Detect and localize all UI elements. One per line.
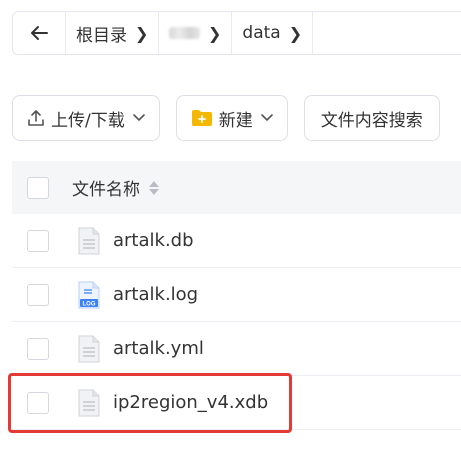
new-label: 新建 — [218, 110, 253, 131]
upload-download-label: 上传/下载 — [51, 110, 125, 131]
file-row[interactable]: artalk.yml — [12, 322, 461, 376]
file-name[interactable]: artalk.log — [113, 284, 198, 305]
breadcrumb-item-hidden[interactable]: ❯ — [159, 12, 233, 54]
content-search-label: 文件内容搜索 — [320, 110, 423, 131]
upload-icon — [27, 109, 45, 127]
chevron-down-icon — [132, 114, 145, 122]
breadcrumb-current-label: data — [242, 23, 281, 43]
breadcrumb-item-data[interactable]: data ❯ — [232, 12, 314, 54]
breadcrumb-root-label: 根目录 — [76, 25, 127, 46]
upload-download-button[interactable]: 上传/下载 — [12, 95, 160, 141]
chevron-right-icon: ❯ — [208, 23, 222, 43]
svg-text:LOG: LOG — [83, 301, 96, 307]
breadcrumb-item-root[interactable]: 根目录 ❯ — [66, 12, 160, 54]
chevron-down-icon — [260, 114, 273, 122]
content-search-button[interactable]: 文件内容搜索 — [303, 95, 440, 141]
file-name[interactable]: artalk.db — [113, 230, 194, 251]
file-row[interactable]: ip2region_v4.xdb — [12, 376, 461, 430]
file-icon — [77, 388, 101, 418]
sort-icon[interactable] — [148, 180, 160, 196]
row-checkbox[interactable] — [27, 229, 49, 252]
breadcrumb: 根目录 ❯ ❯ data ❯ — [12, 11, 461, 55]
file-icon — [77, 334, 101, 364]
redacted-segment — [169, 27, 200, 39]
file-icon — [77, 226, 101, 256]
column-header-name[interactable]: 文件名称 — [72, 175, 140, 200]
log-file-icon: LOG — [77, 280, 101, 310]
row-checkbox[interactable] — [27, 337, 49, 360]
table-header: 文件名称 — [12, 161, 461, 214]
file-row[interactable]: LOG artalk.log — [12, 268, 461, 322]
select-all-checkbox[interactable] — [27, 176, 49, 199]
chevron-right-icon: ❯ — [288, 23, 303, 43]
new-button[interactable]: 新建 — [175, 95, 288, 141]
toolbar: 上传/下载 新建 文件内容搜索 — [12, 95, 440, 141]
back-button[interactable] — [13, 12, 66, 54]
row-checkbox[interactable] — [27, 391, 49, 414]
chevron-right-icon: ❯ — [135, 23, 149, 43]
folder-plus-icon — [191, 109, 213, 127]
file-name[interactable]: artalk.yml — [113, 338, 204, 359]
file-row[interactable]: artalk.db — [12, 214, 461, 268]
row-checkbox[interactable] — [27, 283, 49, 306]
file-name[interactable]: ip2region_v4.xdb — [113, 392, 268, 413]
arrow-left-icon — [31, 26, 48, 40]
